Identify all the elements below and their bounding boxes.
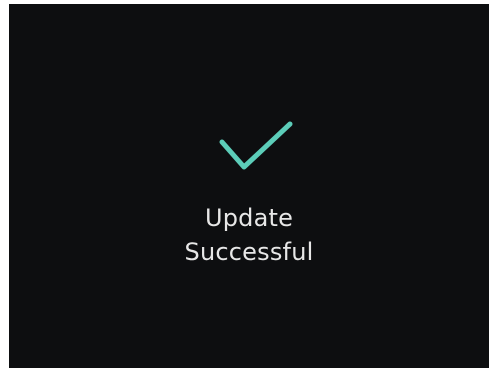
checkmark-icon	[219, 121, 293, 170]
status-message-line-2: Successful	[184, 238, 314, 266]
device-frame: Update Successful	[0, 0, 498, 369]
status-message-line-1: Update	[204, 204, 294, 232]
device-screen	[9, 4, 489, 368]
status-message: Update Successful	[0, 201, 498, 269]
